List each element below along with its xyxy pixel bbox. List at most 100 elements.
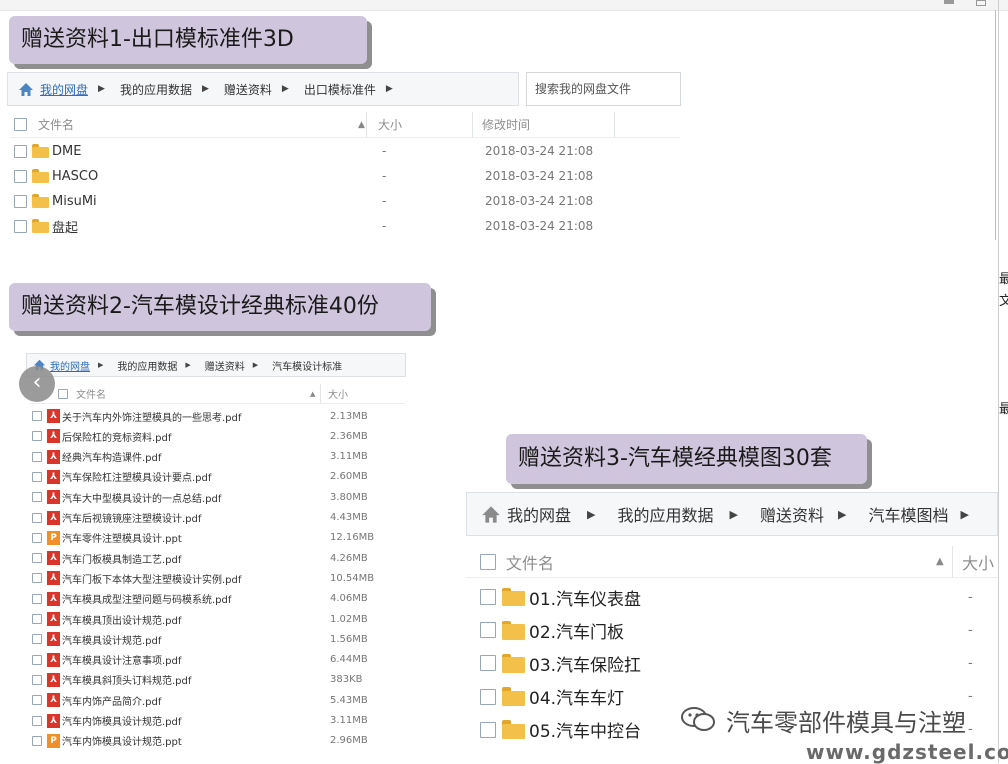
breadcrumb-app-data[interactable]: 我的应用数据 [617,502,713,526]
row-checkbox[interactable] [14,169,27,183]
row-checkbox[interactable] [32,553,42,564]
file-name[interactable]: HASCO [52,169,98,184]
list-item[interactable]: ⅄ 汽车模具设计规范.pdf [32,632,161,647]
sort-up-icon[interactable]: ▲ [310,390,315,398]
sort-up-icon[interactable]: ▲ [936,556,944,567]
list-item[interactable]: P 汽车零件注塑模具设计.ppt [32,530,182,545]
row-checkbox[interactable] [32,695,42,706]
file-name[interactable]: 02.汽车门板 [529,618,624,643]
row-checkbox[interactable] [480,589,496,605]
row-checkbox[interactable] [32,411,42,421]
breadcrumb-current[interactable]: 汽车模设计标准 [272,358,342,373]
row-checkbox[interactable] [14,194,27,208]
row-checkbox[interactable] [32,634,42,645]
file-name[interactable]: 汽车零件注塑模具设计.ppt [62,530,182,545]
file-name[interactable]: DME [52,144,81,159]
file-name[interactable]: 汽车模具斜顶头订料规范.pdf [62,672,191,687]
file-name[interactable]: 汽车内饰模具设计规范.ppt [62,733,182,748]
row-checkbox[interactable] [32,593,42,604]
column-modified[interactable]: 修改时间 [482,116,530,133]
search-input[interactable]: 搜索我的网盘文件 [526,72,681,106]
file-name[interactable]: 汽车内饰模具设计规范.pdf [62,713,181,728]
list-item[interactable]: 04.汽车车灯 [480,685,624,709]
column-name[interactable]: 文件名 [506,550,554,574]
column-size[interactable]: 大小 [378,116,402,133]
file-name[interactable]: 盘起 [52,217,78,236]
row-checkbox[interactable] [32,573,42,584]
list-item[interactable]: DME [14,142,81,160]
row-checkbox[interactable] [32,715,42,726]
breadcrumb-gift[interactable]: 赠送资料 [224,81,272,98]
list-item[interactable]: ⅄ 汽车内饰模具设计规范.pdf [32,713,181,728]
list-item[interactable]: 05.汽车中控台 [480,718,641,742]
list-item[interactable]: 02.汽车门板 [480,618,624,643]
window-control[interactable] [976,0,986,6]
file-name[interactable]: 汽车门板模具制造工艺.pdf [62,551,181,566]
row-checkbox[interactable] [32,532,42,543]
row-checkbox[interactable] [480,622,496,639]
file-name[interactable]: MisuMi [52,194,97,209]
list-item[interactable]: ⅄ 汽车模具斜顶头订料规范.pdf [32,672,191,687]
list-item[interactable]: ⅄ 经典汽车构造课件.pdf [32,449,161,464]
breadcrumb-app-data[interactable]: 我的应用数据 [120,81,192,98]
breadcrumb-gift[interactable]: 赠送资料 [760,502,824,526]
row-checkbox[interactable] [32,431,42,442]
row-checkbox[interactable] [32,471,42,482]
list-item[interactable]: ⅄ 关于汽车内外饰注塑模具的一些思考.pdf [32,409,241,424]
file-name[interactable]: 汽车模具顶出设计规范.pdf [62,612,181,627]
window-control[interactable] [944,0,954,4]
file-name[interactable]: 04.汽车车灯 [529,684,624,709]
file-name[interactable]: 汽车内饰产品简介.pdf [62,693,161,708]
file-name[interactable]: 汽车模具成型注塑问题与码模系统.pdf [62,591,231,606]
list-item[interactable]: ⅄ 汽车后视镜镜座注塑模设计.pdf [32,510,201,525]
row-checkbox[interactable] [480,655,496,672]
file-name[interactable]: 后保险杠的竞标资料.pdf [62,429,171,444]
file-name[interactable]: 汽车保险杠注塑模具设计要点.pdf [62,469,211,484]
file-name[interactable]: 汽车大中型模具设计的一点总结.pdf [62,490,221,505]
list-item[interactable]: ⅄ 汽车门板模具制造工艺.pdf [32,551,181,566]
file-name[interactable]: 汽车门板下本体大型注塑模设计实例.pdf [62,571,241,586]
file-name[interactable]: 经典汽车构造课件.pdf [62,449,161,464]
select-all-checkbox[interactable] [58,388,68,399]
list-item[interactable]: ⅄ 后保险杠的竞标资料.pdf [32,429,171,444]
list-item[interactable]: ⅄ 汽车大中型模具设计的一点总结.pdf [32,490,221,505]
breadcrumb-my-disk[interactable]: 我的网盘 [50,358,90,373]
file-name[interactable]: 关于汽车内外饰注塑模具的一些思考.pdf [62,409,241,424]
row-checkbox[interactable] [32,451,42,462]
file-name[interactable]: 汽车模具设计注意事项.pdf [62,652,181,667]
select-all-checkbox[interactable] [14,118,27,131]
breadcrumb-current[interactable]: 汽车模图档 [868,502,948,526]
list-item[interactable]: ⅄ 汽车模具成型注塑问题与码模系统.pdf [32,591,231,606]
row-checkbox[interactable] [32,735,42,746]
list-item[interactable]: ⅄ 汽车门板下本体大型注塑模设计实例.pdf [32,571,241,586]
row-checkbox[interactable] [32,654,42,665]
file-name[interactable]: 汽车模具设计规范.pdf [62,632,161,647]
file-name[interactable]: 03.汽车保险扛 [529,651,641,676]
row-checkbox[interactable] [32,614,42,624]
list-item[interactable]: P 汽车内饰模具设计规范.ppt [32,733,182,748]
list-item[interactable]: 盘起 [14,217,78,236]
row-checkbox[interactable] [14,144,27,158]
column-name[interactable]: 文件名 [76,386,106,401]
file-name[interactable]: 01.汽车仪表盘 [529,585,641,610]
row-checkbox[interactable] [480,721,496,738]
list-item[interactable]: MisuMi [14,192,97,210]
breadcrumb-gift[interactable]: 赠送资料 [205,358,245,373]
list-item[interactable]: 01.汽车仪表盘 [480,585,641,610]
breadcrumb-my-disk[interactable]: 我的网盘 [40,81,88,98]
list-item[interactable]: ⅄ 汽车模具顶出设计规范.pdf [32,612,181,627]
list-item[interactable]: HASCO [14,167,98,185]
list-item[interactable]: ⅄ 汽车保险杠注塑模具设计要点.pdf [32,469,211,484]
row-checkbox[interactable] [480,688,496,705]
row-checkbox[interactable] [32,492,42,503]
sort-up-icon[interactable]: ▲ [358,120,365,130]
row-checkbox[interactable] [14,219,27,233]
list-item[interactable]: 03.汽车保险扛 [480,651,641,676]
breadcrumb-my-disk[interactable]: 我的网盘 [507,502,571,526]
file-name[interactable]: 05.汽车中控台 [529,717,641,742]
home-icon[interactable] [18,82,34,97]
breadcrumb-current[interactable]: 出口模标准件 [304,81,376,98]
list-item[interactable]: ⅄ 汽车模具设计注意事项.pdf [32,652,181,667]
breadcrumb-app-data[interactable]: 我的应用数据 [117,358,177,373]
column-size[interactable]: 大小 [328,386,348,401]
